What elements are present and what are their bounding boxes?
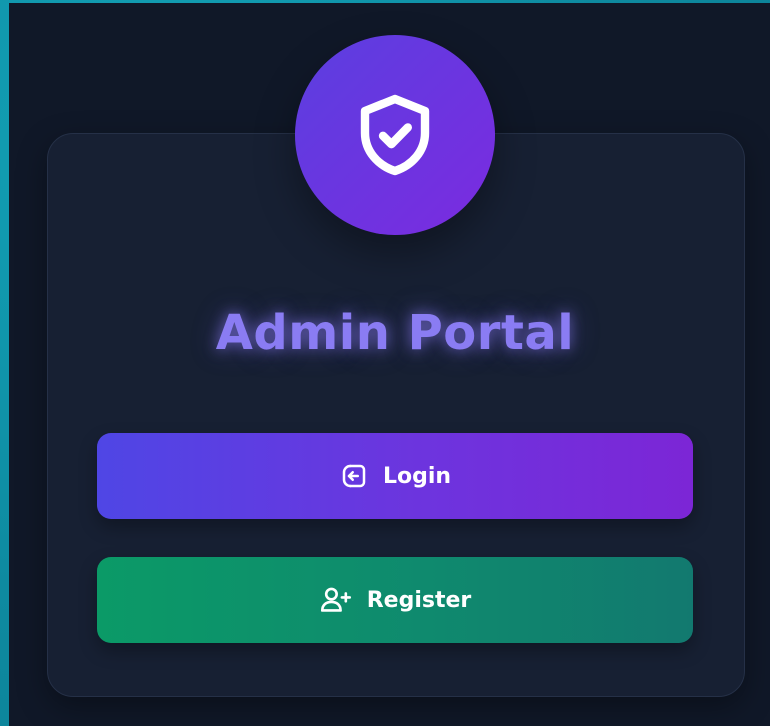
login-label: Login: [382, 463, 452, 489]
shield-check-icon: [347, 87, 443, 183]
shield-badge: [295, 35, 495, 235]
register-label: Register: [366, 587, 472, 613]
register-button[interactable]: Register: [97, 557, 693, 643]
page-title: Admin Portal: [215, 305, 575, 361]
user-plus-icon: [319, 584, 353, 616]
login-button[interactable]: Login: [97, 433, 693, 519]
viewport: Admin Portal Login Register: [9, 3, 770, 726]
login-icon: [339, 461, 369, 491]
